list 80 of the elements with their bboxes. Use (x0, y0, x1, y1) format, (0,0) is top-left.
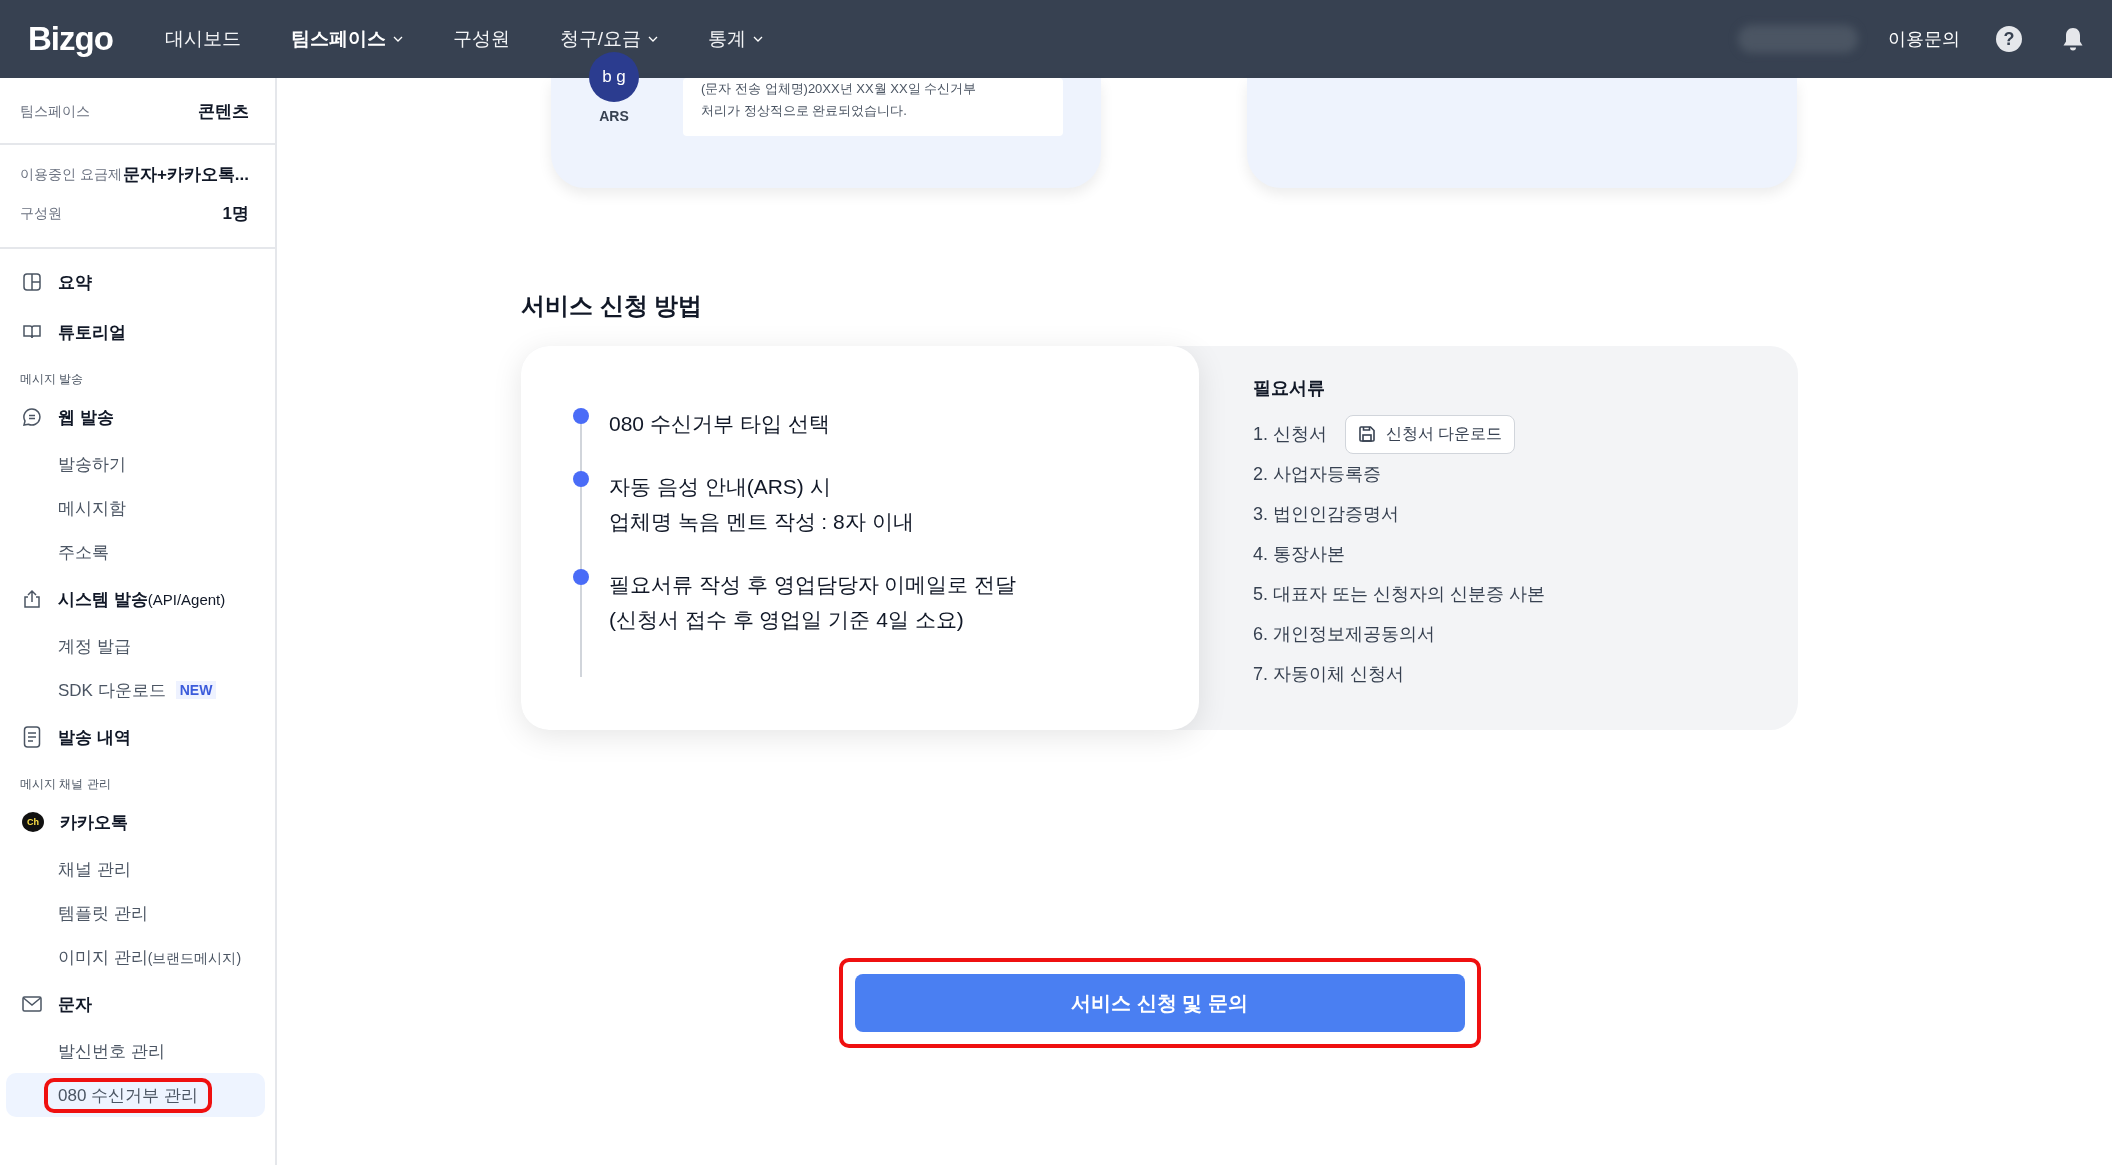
document-item: 1. 신청서 (1253, 423, 1327, 446)
sidebar-submenu-item[interactable]: SDK 다운로드 NEW (6, 668, 265, 712)
document-item: 7. 자동이체 신청서 (1253, 663, 1404, 686)
sidebar-menu-item[interactable]: 문자 (6, 979, 265, 1029)
sidebar-menu-item[interactable]: 웹 발송 (6, 392, 265, 442)
sidebar-submenu-item[interactable]: 메시지함 (6, 486, 265, 530)
sidebar-menu-item[interactable]: 발송 내역 (6, 712, 265, 762)
sidebar-submenu-item[interactable]: 주소록 (6, 530, 265, 574)
info-value: 1명 (222, 203, 249, 225)
document-item: 2. 사업자등록증 (1253, 463, 1381, 486)
submenu-label: 발신번호 관리 (58, 1040, 165, 1063)
info-label: 구성원 (20, 204, 62, 223)
sidebar-menu-item[interactable]: Ch 카카오톡 (6, 797, 265, 847)
sidebar-menu-item[interactable]: 요약 (6, 257, 265, 307)
step-text: 자동 음성 안내(ARS) 시 업체명 녹음 멘트 작성 : 8자 이내 (609, 474, 914, 535)
step-text: 080 수신거부 타입 선택 (609, 411, 830, 437)
sidebar-submenu-item[interactable]: 080 수신거부 관리 (6, 1073, 265, 1117)
menu-label: 요약 (58, 271, 92, 294)
sidebar-submenu-item[interactable]: 이미지 관리(브랜드메시지) (6, 935, 265, 979)
info-value: 문자+카카오톡... (122, 164, 249, 186)
ars-avatar: b g (589, 52, 639, 102)
message-text: (문자 전송 업체명)20XX년 XX월 XX일 수신거부 (701, 80, 978, 98)
sidebar-menu-item[interactable]: 튜토리얼 (6, 307, 265, 357)
sidebar-menu-item[interactable]: 시스템 발송(API/Agent) (6, 574, 265, 624)
document-item: 4. 통장사본 (1253, 543, 1345, 566)
nav-menu-item[interactable]: 통계 (708, 26, 764, 52)
nav-menu-item[interactable]: 구성원 (452, 26, 510, 52)
info-value: 콘텐츠 (198, 101, 249, 123)
document-item: 5. 대표자 또는 신청자의 신분증 사본 (1253, 583, 1546, 606)
new-badge: NEW (175, 681, 217, 699)
step-dot (573, 569, 589, 585)
bell-icon[interactable] (2062, 26, 2084, 52)
submenu-label: 채널 관리 (58, 858, 131, 881)
documents-title: 필요서류 (1253, 377, 1326, 400)
chat-icon (22, 407, 42, 427)
nav-menu-item[interactable]: 청구/요금 (559, 26, 659, 52)
menu-label: 튜토리얼 (58, 321, 126, 344)
message-text: 처리가 정상적으로 완료되었습니다. (701, 102, 908, 120)
submenu-label: 080 수신거부 관리 (58, 1084, 198, 1107)
document-item: 3. 법인인감증명서 (1253, 503, 1399, 526)
menu-section-label: 메시지 채널 관리 (19, 776, 112, 793)
nav-menu-item[interactable]: 팀스페이스 (290, 26, 403, 52)
kakao-channel-icon: Ch (22, 812, 44, 832)
menu-label: 시스템 발송(API/Agent) (58, 588, 226, 611)
submenu-label: 메시지함 (58, 497, 126, 520)
submenu-label: SDK 다운로드 (58, 679, 166, 702)
menu-label: 카카오톡 (60, 811, 128, 834)
submenu-label: 발송하기 (58, 453, 126, 476)
layout-icon (22, 272, 42, 292)
document-item: 6. 개인정보제공동의서 (1253, 623, 1435, 646)
contact-link[interactable]: 이용문의 (1888, 27, 1960, 51)
step-text: 필요서류 작성 후 영업담당자 이메일로 전달 (신청서 접수 후 영업일 기준 4일 소요) (609, 572, 1017, 633)
sidebar-submenu-item[interactable]: 계정 발급 (6, 624, 265, 668)
menu-label: 문자 (58, 993, 92, 1016)
help-icon[interactable]: ? (1996, 26, 2022, 52)
sidebar-submenu-item[interactable]: 발송하기 (6, 442, 265, 486)
mail-icon (22, 996, 42, 1012)
menu-label: 웹 발송 (58, 406, 114, 429)
step-dot (573, 471, 589, 487)
info-label: 팀스페이스 (20, 102, 90, 121)
sidebar-submenu-item[interactable]: 발신번호 관리 (6, 1029, 265, 1073)
logo[interactable]: Bizgo (28, 20, 113, 58)
sidebar-submenu-item[interactable]: 템플릿 관리 (6, 891, 265, 935)
submenu-label: 주소록 (58, 541, 109, 564)
info-label: 이용중인 요금제 (20, 165, 122, 184)
nav-menu-item[interactable]: 대시보드 (164, 26, 241, 52)
section-title: 서비스 신청 방법 (521, 291, 704, 321)
menu-section-label: 메시지 발송 (19, 371, 85, 388)
sidebar-submenu-item[interactable]: 채널 관리 (6, 847, 265, 891)
service-apply-button[interactable]: 서비스 신청 및 문의 (854, 974, 1465, 1032)
submenu-label: 이미지 관리(브랜드메시지) (58, 946, 242, 969)
document-icon (22, 726, 42, 748)
download-button[interactable]: 신청서 다운로드 (1345, 414, 1516, 454)
submenu-label: 템플릿 관리 (58, 902, 148, 925)
submenu-label: 계정 발급 (58, 635, 131, 658)
step-dot (573, 408, 589, 424)
menu-label: 발송 내역 (58, 726, 131, 749)
upload-icon (22, 589, 42, 609)
save-icon (1358, 425, 1376, 443)
ars-label: ARS (599, 108, 629, 124)
